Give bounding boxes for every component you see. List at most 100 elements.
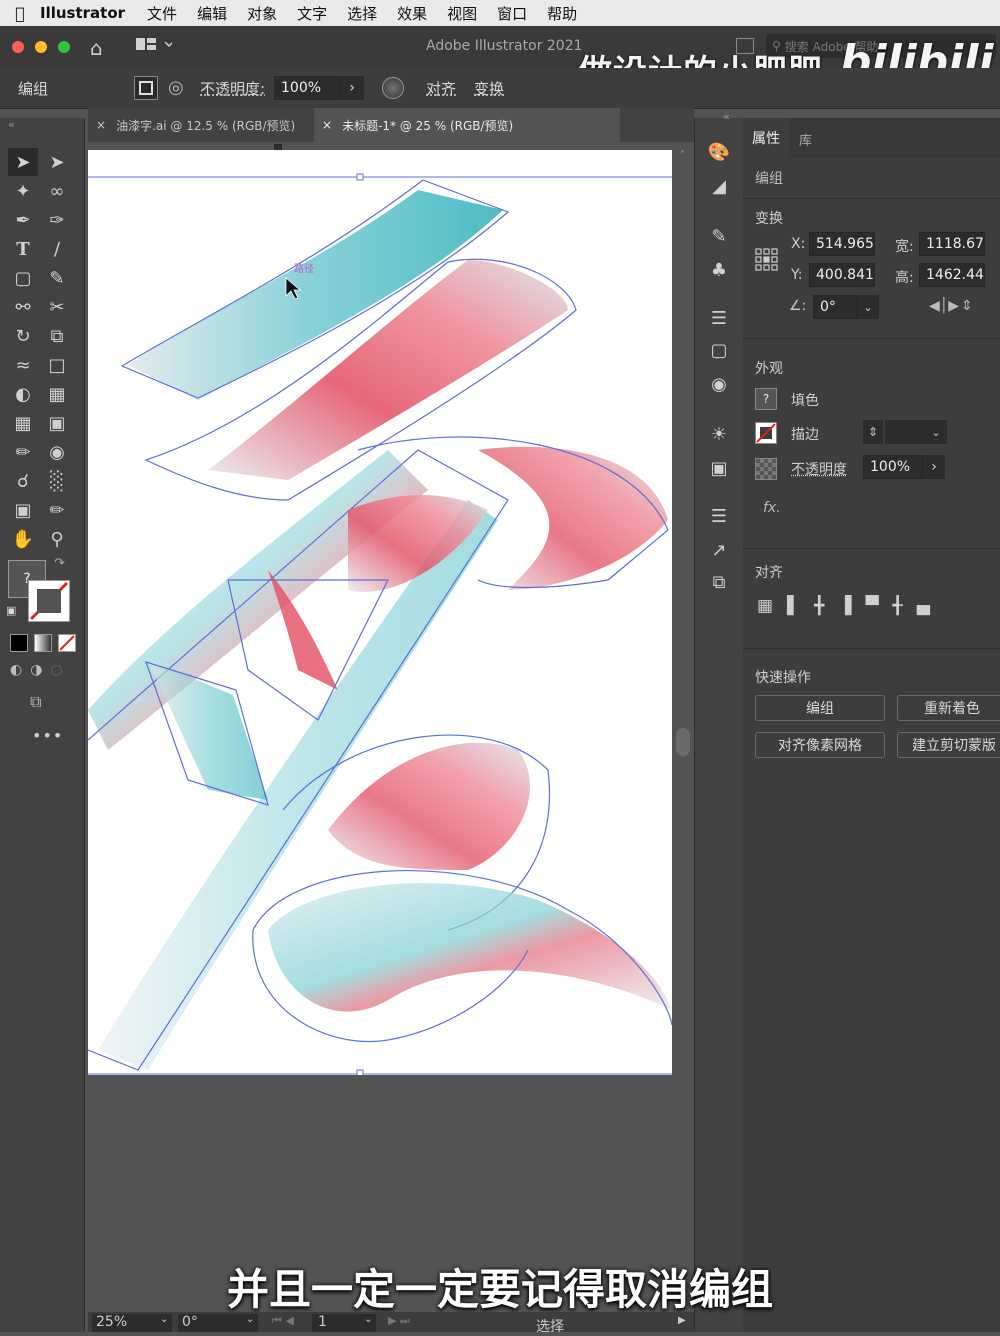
vertical-scrollbar[interactable]: ˄ bbox=[676, 150, 690, 1075]
first-artboard-icon[interactable]: ⏮ ◀ bbox=[272, 1314, 294, 1328]
apple-icon[interactable]:  bbox=[0, 4, 40, 23]
artboard-tool-icon[interactable]: ▣ bbox=[8, 496, 38, 524]
width-field[interactable]: 1118.67 bbox=[919, 232, 985, 256]
column-graph-tool-icon[interactable]: ░ bbox=[42, 467, 72, 495]
minimize-window-button[interactable] bbox=[35, 41, 47, 53]
align-right-icon[interactable]: ▐ bbox=[838, 596, 851, 616]
hand-tool-icon[interactable]: ✋ bbox=[8, 525, 38, 553]
transparency-panel-icon[interactable]: ◉ bbox=[705, 370, 733, 398]
free-transform-tool-icon[interactable]: □ bbox=[42, 351, 72, 379]
menu-object[interactable]: 对象 bbox=[247, 3, 277, 24]
stroke-swatch[interactable] bbox=[28, 580, 70, 622]
y-field[interactable]: 400.841 bbox=[809, 263, 875, 287]
home-icon[interactable]: ⌂ bbox=[90, 36, 103, 60]
align-bottom-icon[interactable]: ▄ bbox=[917, 596, 930, 616]
make-clipping-mask-button[interactable]: 建立剪切蒙版 bbox=[897, 732, 1000, 758]
rotate-dropdown-icon[interactable]: ⌄ bbox=[857, 295, 879, 319]
screen-mode-icon[interactable]: ⧉ bbox=[30, 692, 41, 712]
appearance-opacity-arrow-icon[interactable]: › bbox=[923, 455, 945, 479]
brushes-panel-icon[interactable]: ✎ bbox=[705, 222, 733, 250]
perspective-grid-tool-icon[interactable]: ▦ bbox=[42, 380, 72, 408]
draw-inside-icon[interactable]: ○ bbox=[50, 662, 62, 678]
artboards-panel-icon[interactable]: ⧉ bbox=[705, 568, 733, 596]
draw-normal-icon[interactable]: ◐ bbox=[10, 662, 22, 678]
stroke-weight-dropdown-icon[interactable]: ⌄ bbox=[925, 420, 947, 444]
stroke-color-swatch[interactable] bbox=[755, 422, 777, 444]
curvature-tool-icon[interactable]: ✑ bbox=[42, 206, 72, 234]
transform-link[interactable]: 变换 bbox=[474, 78, 504, 99]
artboard-dropdown-icon[interactable]: ⌄ bbox=[364, 1314, 372, 1325]
menu-select[interactable]: 选择 bbox=[347, 3, 377, 24]
swap-fill-stroke-icon[interactable]: ↷ bbox=[54, 556, 65, 571]
height-field[interactable]: 1462.44 bbox=[919, 263, 985, 287]
bounding-box-handle[interactable] bbox=[356, 1069, 364, 1075]
reference-point-icon[interactable] bbox=[755, 248, 779, 272]
x-field[interactable]: 514.965 bbox=[809, 232, 875, 256]
menu-app-name[interactable]: Illustrator bbox=[40, 4, 125, 22]
opacity-arrow-icon[interactable]: › bbox=[340, 76, 364, 100]
direct-selection-tool-icon[interactable]: ➤ bbox=[42, 148, 72, 176]
stroke-weight-stepper[interactable]: ⇕ bbox=[863, 420, 883, 444]
none-mode-icon[interactable] bbox=[58, 634, 76, 652]
artboard[interactable]: 路径 bbox=[88, 150, 672, 1075]
tab-properties[interactable]: 属性 bbox=[743, 118, 789, 158]
opacity-field[interactable]: 100% bbox=[274, 76, 340, 100]
line-tool-icon[interactable]: ∕ bbox=[42, 235, 72, 263]
menu-window[interactable]: 窗口 bbox=[497, 3, 527, 24]
rotate-tool-icon[interactable]: ↻ bbox=[8, 322, 38, 350]
rotation-dropdown-icon[interactable]: ⌄ bbox=[246, 1314, 254, 1325]
menu-help[interactable]: 帮助 bbox=[547, 3, 577, 24]
tab-document-2[interactable]: × 未标题-1* @ 25 % (RGB/预览) bbox=[314, 108, 620, 142]
width-tool-icon[interactable]: ≈ bbox=[8, 351, 38, 379]
menu-file[interactable]: 文件 bbox=[147, 3, 177, 24]
tab-libraries[interactable]: 库 bbox=[799, 130, 812, 149]
appearance-opacity-field[interactable]: 100% bbox=[863, 455, 923, 479]
color-guide-icon[interactable]: ◢ bbox=[705, 172, 733, 200]
zoom-dropdown-icon[interactable]: ⌄ bbox=[160, 1314, 168, 1325]
scale-tool-icon[interactable]: ⧉ bbox=[42, 322, 72, 350]
shaper-tool-icon[interactable]: ⚯ bbox=[8, 293, 38, 321]
eyedropper-tool-icon[interactable]: ✏ bbox=[8, 438, 38, 466]
lasso-tool-icon[interactable]: ∞ bbox=[42, 177, 72, 205]
group-button[interactable]: 编组 bbox=[755, 695, 885, 721]
gradient-tool-icon[interactable]: ▣ bbox=[42, 409, 72, 437]
default-fill-stroke-icon[interactable]: ▣ bbox=[6, 604, 16, 617]
align-left-icon[interactable]: ▌ bbox=[787, 596, 800, 616]
paintbrush-tool-icon[interactable]: ✎ bbox=[42, 264, 72, 292]
close-tab-icon[interactable]: × bbox=[96, 118, 106, 132]
stroke-weight-field[interactable] bbox=[885, 420, 925, 444]
rectangle-tool-icon[interactable]: ▢ bbox=[8, 264, 38, 292]
flip-vertical-icon[interactable]: ⇕ bbox=[961, 298, 973, 314]
gradient-panel-icon[interactable]: ▢ bbox=[705, 336, 733, 364]
symbols-panel-icon[interactable]: ♣ bbox=[705, 256, 733, 284]
blend-tool-icon[interactable]: ◉ bbox=[42, 438, 72, 466]
graphic-styles-icon[interactable]: ▣ bbox=[705, 454, 733, 482]
workspace-switcher-icon[interactable] bbox=[136, 37, 174, 53]
scissors-tool-icon[interactable]: ✂ bbox=[42, 293, 72, 321]
align-link[interactable]: 对齐 bbox=[426, 78, 456, 99]
color-panel-icon[interactable]: 🎨 bbox=[705, 138, 733, 166]
collapse-toolbar-icon[interactable]: « bbox=[8, 118, 15, 131]
opacity-swatch-icon[interactable] bbox=[755, 458, 777, 480]
bounding-box-handle[interactable] bbox=[356, 173, 364, 181]
color-mode-icon[interactable] bbox=[10, 634, 28, 652]
appearance-panel-icon[interactable]: ☀ bbox=[705, 420, 733, 448]
stroke-panel-icon[interactable]: ☰ bbox=[705, 304, 733, 332]
selection-tool-icon[interactable]: ➤ bbox=[8, 148, 38, 176]
align-to-icon[interactable]: ▦ bbox=[757, 596, 773, 616]
menu-type[interactable]: 文字 bbox=[297, 3, 327, 24]
align-vcenter-icon[interactable]: ╉ bbox=[893, 596, 903, 616]
export-panel-icon[interactable]: ↗ bbox=[705, 536, 733, 564]
symbol-sprayer-tool-icon[interactable]: ☌ bbox=[8, 467, 38, 495]
magic-wand-tool-icon[interactable]: ✦ bbox=[8, 177, 38, 205]
fill-stroke-widget[interactable]: ? ↷ ▣ bbox=[6, 556, 72, 624]
isolate-group-icon[interactable] bbox=[134, 76, 158, 100]
scroll-thumb[interactable] bbox=[676, 728, 690, 756]
collapse-panels-icon[interactable]: « bbox=[723, 110, 730, 123]
rotate-field[interactable]: 0° bbox=[813, 295, 857, 319]
pen-tool-icon[interactable]: ✒ bbox=[8, 206, 38, 234]
recolor-artwork-icon[interactable] bbox=[382, 77, 404, 99]
tab-document-1[interactable]: × 油漆字.ai @ 12.5 % (RGB/预览) bbox=[88, 108, 312, 142]
zoom-tool-icon[interactable]: ⚲ bbox=[42, 525, 72, 553]
shape-builder-tool-icon[interactable]: ◐ bbox=[8, 380, 38, 408]
